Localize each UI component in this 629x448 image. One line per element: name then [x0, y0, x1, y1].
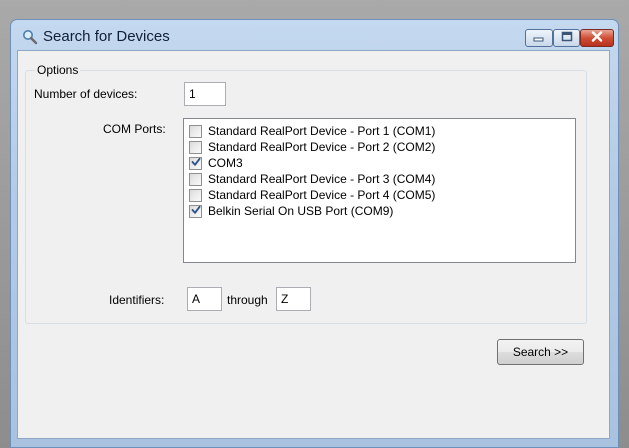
checkbox[interactable] — [189, 124, 202, 138]
checkbox[interactable] — [189, 202, 202, 220]
identifier-to-input[interactable]: Z — [276, 287, 311, 311]
list-item[interactable]: Belkin Serial On USB Port (COM9) — [189, 203, 393, 219]
number-of-devices-label: Number of devices: — [34, 87, 138, 101]
maximize-button[interactable] — [553, 29, 580, 47]
close-icon — [591, 29, 603, 47]
options-group-label: Options — [35, 63, 81, 77]
identifiers-label: Identifiers: — [109, 293, 165, 307]
identifier-from-input[interactable]: A — [187, 287, 222, 311]
list-item[interactable]: Standard RealPort Device - Port 4 (COM5) — [189, 187, 435, 203]
checkbox[interactable] — [189, 154, 202, 172]
minimize-icon — [533, 29, 545, 47]
list-item[interactable]: COM3 — [189, 155, 243, 171]
search-icon — [22, 29, 38, 45]
maximize-icon — [561, 29, 573, 47]
com-port-label: COM3 — [208, 156, 243, 170]
com-port-label: Standard RealPort Device - Port 1 (COM1) — [208, 124, 436, 138]
list-item[interactable]: Standard RealPort Device - Port 1 (COM1) — [189, 123, 435, 139]
search-button[interactable]: Search >> — [497, 339, 584, 365]
checkbox[interactable] — [189, 188, 202, 202]
checkmark-icon — [191, 154, 201, 172]
title-bar[interactable]: Search for Devices — [11, 20, 618, 50]
checkmark-icon — [191, 202, 201, 220]
through-label: through — [227, 293, 268, 307]
checkbox[interactable] — [189, 172, 202, 186]
window-title: Search for Devices — [43, 28, 170, 45]
minimize-button[interactable] — [525, 29, 553, 47]
com-port-label: Standard RealPort Device - Port 4 (COM5) — [208, 188, 436, 202]
close-button[interactable] — [580, 29, 614, 47]
list-item[interactable]: Standard RealPort Device - Port 3 (COM4) — [189, 171, 435, 187]
number-of-devices-input[interactable]: 1 — [184, 82, 226, 106]
list-item[interactable]: Standard RealPort Device - Port 2 (COM2) — [189, 139, 435, 155]
com-port-label: Belkin Serial On USB Port (COM9) — [208, 204, 394, 218]
checkbox[interactable] — [189, 140, 202, 154]
com-port-label: Standard RealPort Device - Port 3 (COM4) — [208, 172, 436, 186]
com-port-label: Standard RealPort Device - Port 2 (COM2) — [208, 140, 436, 154]
com-ports-listbox[interactable]: Standard RealPort Device - Port 1 (COM1)… — [183, 118, 576, 263]
com-ports-label: COM Ports: — [103, 122, 166, 136]
